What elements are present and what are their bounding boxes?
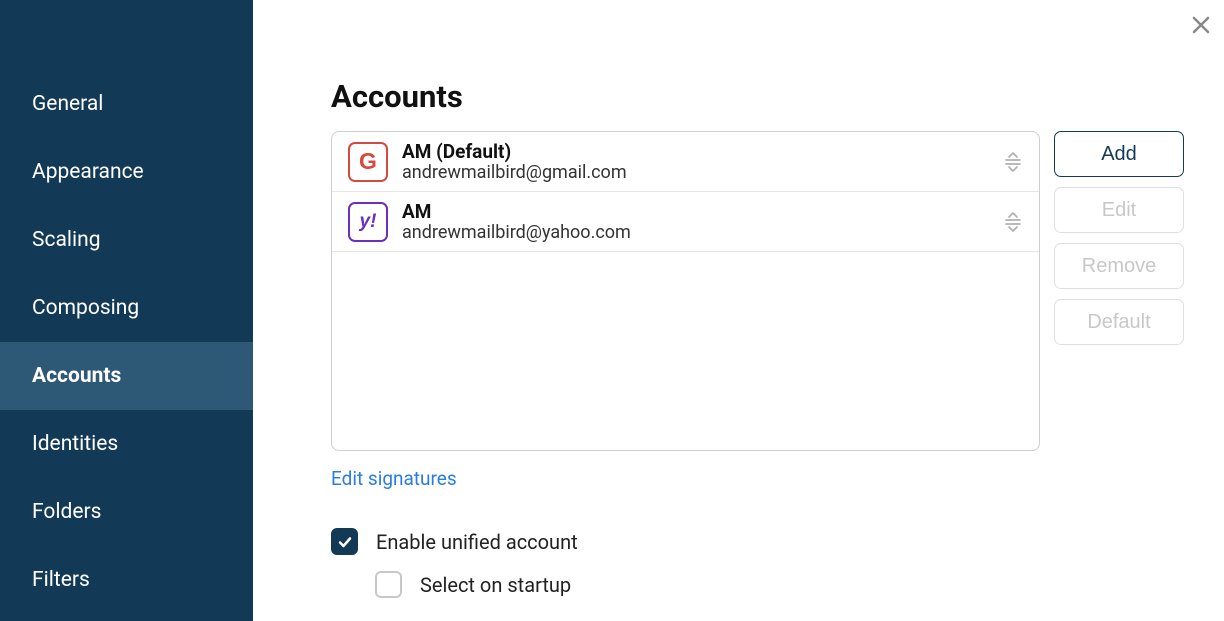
account-info: AM andrewmailbird@yahoo.com bbox=[402, 200, 989, 243]
edit-button[interactable]: Edit bbox=[1054, 187, 1184, 233]
close-button[interactable] bbox=[1192, 12, 1210, 38]
settings-sidebar: General Appearance Scaling Composing Acc… bbox=[0, 0, 253, 621]
sidebar-item-folders[interactable]: Folders bbox=[0, 478, 253, 546]
enable-unified-row: Enable unified account bbox=[331, 528, 1184, 555]
enable-unified-checkbox[interactable] bbox=[331, 528, 358, 555]
account-name: AM bbox=[402, 200, 989, 223]
page-title: Accounts bbox=[331, 78, 1184, 115]
edit-signatures-link[interactable]: Edit signatures bbox=[331, 467, 457, 490]
accounts-list: G AM (Default) andrewmailbird@gmail.com … bbox=[331, 131, 1040, 451]
reorder-handle-icon[interactable] bbox=[1003, 151, 1023, 173]
sidebar-item-identities[interactable]: Identities bbox=[0, 410, 253, 478]
account-name: AM (Default) bbox=[402, 140, 989, 163]
add-button[interactable]: Add bbox=[1054, 131, 1184, 177]
close-icon bbox=[1192, 16, 1210, 34]
sidebar-item-filters[interactable]: Filters bbox=[0, 546, 253, 614]
action-buttons: Add Edit Remove Default bbox=[1054, 131, 1184, 451]
sidebar-item-scaling[interactable]: Scaling bbox=[0, 206, 253, 274]
sidebar-item-appearance[interactable]: Appearance bbox=[0, 138, 253, 206]
account-email: andrewmailbird@yahoo.com bbox=[402, 222, 989, 243]
checkmark-icon bbox=[337, 534, 353, 550]
select-on-startup-label: Select on startup bbox=[420, 573, 571, 597]
account-item[interactable]: y! AM andrewmailbird@yahoo.com bbox=[332, 192, 1039, 252]
account-item[interactable]: G AM (Default) andrewmailbird@gmail.com bbox=[332, 132, 1039, 192]
enable-unified-label: Enable unified account bbox=[376, 530, 578, 554]
select-on-startup-checkbox[interactable] bbox=[375, 571, 402, 598]
sidebar-item-composing[interactable]: Composing bbox=[0, 274, 253, 342]
main-content: Accounts G AM (Default) andrewmailbird@g… bbox=[253, 0, 1224, 621]
gmail-icon: G bbox=[348, 142, 388, 182]
accounts-row: G AM (Default) andrewmailbird@gmail.com … bbox=[331, 131, 1184, 451]
reorder-handle-icon[interactable] bbox=[1003, 211, 1023, 233]
default-button[interactable]: Default bbox=[1054, 299, 1184, 345]
yahoo-icon: y! bbox=[348, 202, 388, 242]
account-email: andrewmailbird@gmail.com bbox=[402, 162, 989, 183]
sidebar-item-general[interactable]: General bbox=[0, 70, 253, 138]
sidebar-item-accounts[interactable]: Accounts bbox=[0, 342, 253, 410]
remove-button[interactable]: Remove bbox=[1054, 243, 1184, 289]
select-on-startup-row: Select on startup bbox=[375, 571, 1184, 598]
account-info: AM (Default) andrewmailbird@gmail.com bbox=[402, 140, 989, 183]
